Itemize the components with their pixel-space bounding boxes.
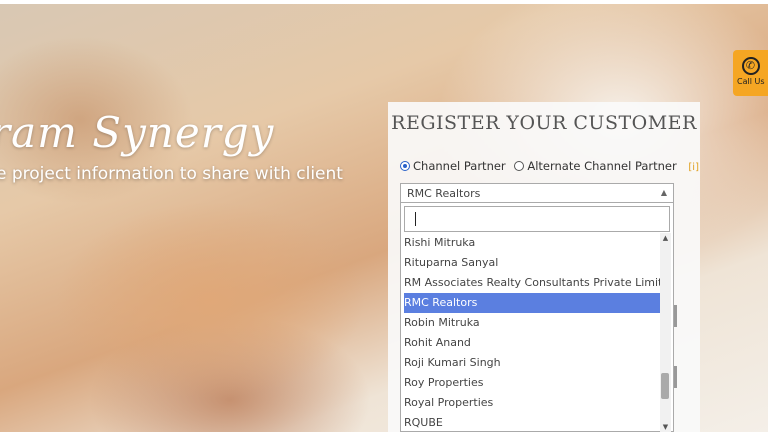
- channel-partner-select[interactable]: RMC Realtors ▲: [400, 183, 674, 203]
- panel-title: REGISTER YOUR CUSTOMER: [391, 112, 697, 134]
- alternate-channel-partner-label[interactable]: Alternate Channel Partner: [527, 159, 676, 173]
- hero-title: ram Synergy: [0, 108, 275, 157]
- alternate-channel-partner-radio[interactable]: [514, 161, 525, 171]
- select-dropdown: Rishi Mitruka Rituparna Sanyal RM Associ…: [400, 203, 674, 432]
- options-list: Rishi Mitruka Rituparna Sanyal RM Associ…: [404, 233, 660, 432]
- option-item[interactable]: Rishi Mitruka: [404, 233, 660, 253]
- dropdown-search-input[interactable]: [404, 206, 670, 232]
- top-border: [0, 0, 768, 4]
- option-item[interactable]: Rohit Anand: [404, 333, 660, 353]
- field-edge: [674, 366, 677, 388]
- option-item[interactable]: RQUBE: [404, 413, 660, 432]
- option-item[interactable]: Royal Properties: [404, 393, 660, 413]
- field-edge: [674, 305, 677, 327]
- option-item[interactable]: Roy Properties: [404, 373, 660, 393]
- scroll-down-icon[interactable]: ▼: [660, 422, 671, 432]
- caret-up-icon: ▲: [660, 188, 667, 197]
- partner-type-radio-group: Channel Partner Alternate Channel Partne…: [400, 159, 699, 173]
- option-item-selected[interactable]: RMC Realtors: [404, 293, 660, 313]
- scrollbar-thumb[interactable]: [661, 373, 669, 399]
- call-us-button[interactable]: ✆ Call Us: [733, 50, 768, 96]
- info-icon[interactable]: [i]: [688, 162, 699, 173]
- channel-partner-radio[interactable]: [400, 161, 410, 171]
- option-item[interactable]: RM Associates Realty Consultants Private…: [404, 273, 660, 293]
- dropdown-scrollbar[interactable]: ▲ ▼: [660, 233, 671, 432]
- option-item[interactable]: Robin Mitruka: [404, 313, 660, 333]
- text-cursor: [415, 212, 416, 226]
- option-item[interactable]: Roji Kumari Singh: [404, 353, 660, 373]
- select-value: RMC Realtors: [407, 187, 481, 200]
- call-us-label: Call Us: [737, 77, 765, 86]
- phone-icon: ✆: [741, 57, 760, 75]
- channel-partner-label[interactable]: Channel Partner: [413, 159, 506, 173]
- hero-subtitle: e project information to share with clie…: [0, 164, 343, 184]
- scroll-up-icon[interactable]: ▲: [660, 233, 671, 243]
- option-item[interactable]: Rituparna Sanyal: [404, 253, 660, 273]
